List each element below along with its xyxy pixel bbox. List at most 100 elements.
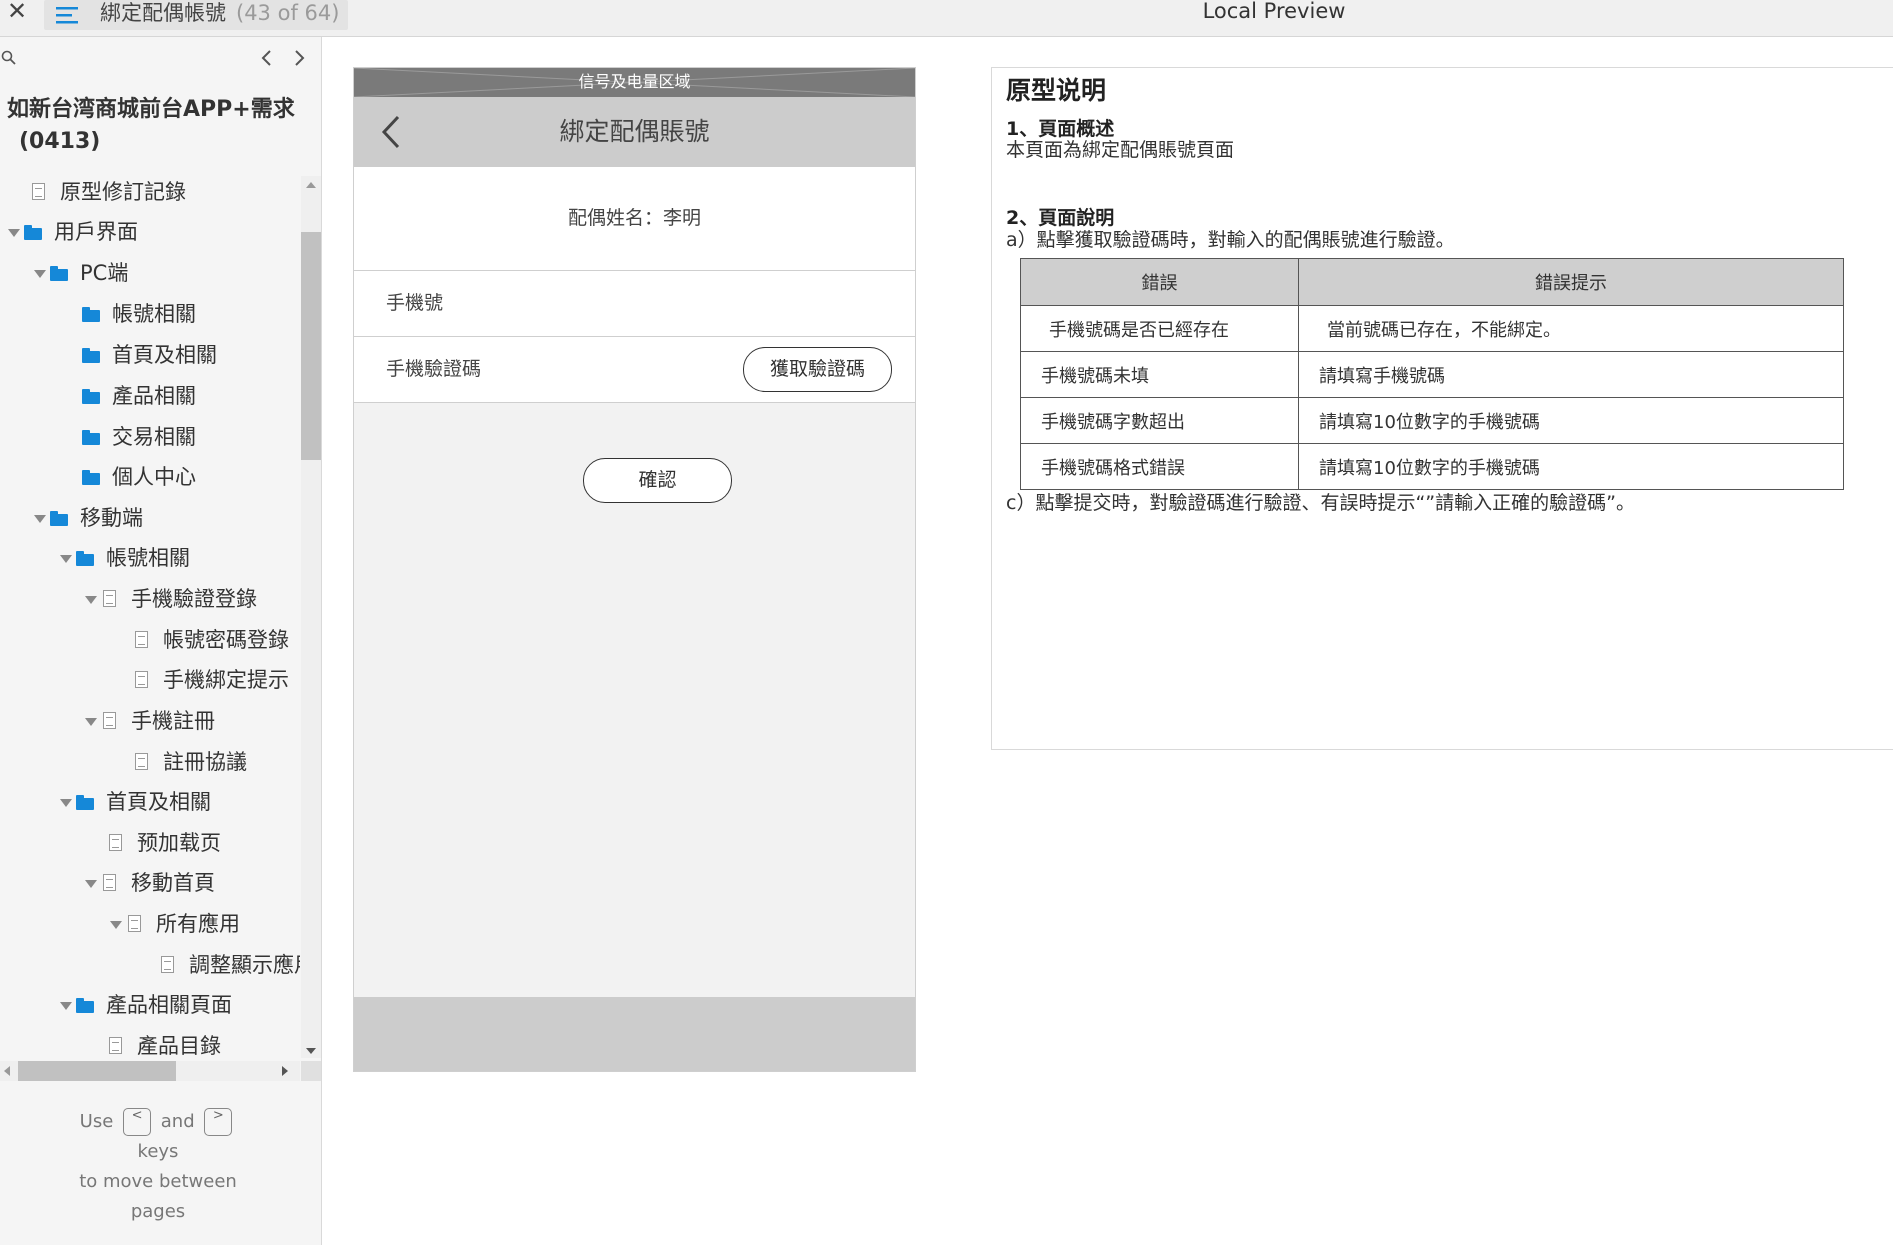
page-icon bbox=[124, 906, 146, 942]
mockup-page-title: 綁定配偶賬號 bbox=[559, 117, 710, 146]
tree-item[interactable]: 註冊協議 bbox=[131, 744, 247, 780]
scroll-left-icon[interactable] bbox=[4, 1066, 10, 1076]
hint-line4: pages bbox=[130, 1201, 186, 1222]
tree-item-label: 個人中心 bbox=[112, 465, 196, 489]
expand-caret-icon[interactable] bbox=[108, 906, 124, 942]
close-icon[interactable]: ✕ bbox=[4, 0, 30, 26]
tree-item[interactable]: 帳號相關 bbox=[80, 296, 196, 332]
phone-number-label: 手機號 bbox=[386, 292, 444, 314]
tree-item-label: 首頁及相關 bbox=[112, 343, 217, 367]
table-header: 錯誤 bbox=[1020, 258, 1299, 306]
verification-code-label: 手機驗證碼 bbox=[386, 358, 482, 380]
expand-caret-icon[interactable] bbox=[32, 500, 48, 536]
page-icon bbox=[105, 1028, 127, 1055]
project-title: 如新台湾商城前台APP+需求 (0413) bbox=[7, 94, 307, 158]
tree-item-label: 用戶界面 bbox=[54, 220, 138, 244]
tree-item[interactable]: 移動端 bbox=[32, 500, 143, 536]
error-table: 錯誤 錯誤提示 手機號碼是否已經存在 當前號碼已存在，不能綁定。 手機號碼未填 … bbox=[1020, 258, 1844, 490]
table-cell: 手機號碼字數超出 bbox=[1020, 397, 1299, 444]
scroll-right-icon[interactable] bbox=[282, 1066, 288, 1076]
page-icon bbox=[99, 581, 121, 617]
expand-caret-icon[interactable] bbox=[58, 784, 74, 820]
tree-item[interactable]: 個人中心 bbox=[80, 459, 196, 495]
horizontal-scroll-thumb[interactable] bbox=[18, 1061, 176, 1081]
phone-number-field[interactable]: 手機號 bbox=[354, 271, 915, 337]
table-row: 手機號碼未填 請填寫手機號碼 bbox=[1020, 351, 1844, 398]
tree-item-label: 帳號密碼登錄 bbox=[163, 628, 289, 652]
search-icon[interactable] bbox=[1, 50, 17, 66]
tree-item[interactable]: 交易相關 bbox=[80, 419, 196, 455]
tree-item-label: 交易相關 bbox=[112, 425, 196, 449]
tree-item[interactable]: 手機驗證登錄 bbox=[83, 581, 257, 617]
tree-item-label: 手機註冊 bbox=[131, 709, 215, 733]
page-icon bbox=[105, 825, 127, 861]
tree-item[interactable]: 首頁及相關 bbox=[58, 784, 211, 820]
tree-item-label: 註冊協議 bbox=[163, 750, 247, 774]
tree-item-label: 產品目錄 bbox=[137, 1034, 221, 1055]
expand-caret-icon[interactable] bbox=[32, 255, 48, 291]
previous-page-icon[interactable] bbox=[259, 48, 275, 68]
tree-item-label: 帳號相關 bbox=[112, 302, 196, 326]
tree-item[interactable]: 用戶界面 bbox=[6, 214, 138, 250]
tree-item[interactable]: 移動首頁 bbox=[83, 865, 215, 901]
scrollbar-corner bbox=[301, 1061, 321, 1081]
tree-item[interactable]: 首頁及相關 bbox=[80, 337, 217, 373]
table-cell: 當前號碼已存在，不能綁定。 bbox=[1298, 305, 1844, 352]
verification-code-field[interactable]: 手機驗證碼 獲取驗證碼 bbox=[354, 337, 915, 403]
next-page-icon[interactable] bbox=[291, 48, 307, 68]
expand-caret-icon[interactable] bbox=[83, 581, 99, 617]
tree-item[interactable]: 手機註冊 bbox=[83, 703, 215, 739]
expand-caret-icon[interactable] bbox=[58, 987, 74, 1023]
vertical-scroll-thumb[interactable] bbox=[301, 232, 321, 460]
tree-item[interactable]: 產品目錄 bbox=[105, 1028, 221, 1055]
expand-caret-icon[interactable] bbox=[6, 214, 22, 250]
scroll-down-icon[interactable] bbox=[306, 1048, 316, 1054]
expand-caret-icon[interactable] bbox=[83, 703, 99, 739]
tree-item-label: 帳號相關 bbox=[106, 546, 190, 570]
tree-item-label: 所有應用 bbox=[156, 912, 240, 936]
tree-item-label: 预加载页 bbox=[137, 831, 221, 855]
scroll-up-icon[interactable] bbox=[306, 182, 316, 188]
sitemap-tree: 原型修訂記錄 用戶界面 PC端 帳號相關 首頁及相關 產品相關 交易相關 個人中… bbox=[0, 173, 300, 1055]
tree-item[interactable]: 所有應用 bbox=[108, 906, 240, 942]
horizontal-scrollbar[interactable] bbox=[0, 1061, 300, 1081]
tree-item-label: 手機綁定提示 bbox=[163, 668, 289, 692]
next-key-icon: > bbox=[204, 1108, 233, 1136]
tree-item[interactable]: 產品相關頁面 bbox=[58, 987, 232, 1023]
tree-item[interactable]: 調整顯示應用 bbox=[157, 947, 300, 983]
mockup-nav-bar: 綁定配偶賬號 bbox=[354, 97, 915, 167]
project-title-line1: 如新台湾商城前台APP+需求 bbox=[7, 97, 295, 122]
menu-icon[interactable] bbox=[56, 5, 80, 25]
tree-item-label: 移動端 bbox=[80, 506, 143, 530]
status-bar-label: 信号及电量区域 bbox=[578, 72, 691, 91]
folder-icon bbox=[80, 296, 102, 332]
hint-and: and bbox=[160, 1111, 195, 1132]
tree-item[interactable]: 手機綁定提示 bbox=[131, 662, 289, 698]
spouse-name-text: 配偶姓名：李明 bbox=[567, 207, 701, 229]
get-code-button[interactable]: 獲取驗證碼 bbox=[743, 347, 892, 392]
preview-title: Local Preview bbox=[1202, 0, 1346, 23]
table-row: 手機號碼格式錯誤 請填寫10位數字的手機號碼 bbox=[1020, 443, 1844, 490]
tree-item[interactable]: 预加载页 bbox=[105, 825, 221, 861]
tree-item[interactable]: 產品相關 bbox=[80, 378, 196, 414]
expand-caret-icon[interactable] bbox=[83, 865, 99, 901]
tree-item-label: 產品相關 bbox=[112, 384, 196, 408]
tree-item[interactable]: 原型修訂記錄 bbox=[28, 174, 186, 210]
folder-icon bbox=[80, 337, 102, 373]
expand-caret-icon[interactable] bbox=[58, 540, 74, 576]
tree-item[interactable]: 帳號相關 bbox=[58, 540, 190, 576]
prototype-notes-panel: 原型说明 1、頁面概述 本頁面為綁定配偶賬號頁面 2、頁面說明 a）點擊獲取驗證… bbox=[991, 67, 1893, 750]
page-selector[interactable]: 綁定配偶帳號 (43 of 64) bbox=[44, 0, 348, 30]
tree-item-label: PC端 bbox=[80, 261, 129, 285]
spouse-name-panel: 配偶姓名：李明 bbox=[354, 167, 915, 271]
vertical-scrollbar[interactable] bbox=[301, 176, 321, 1058]
tree-item[interactable]: PC端 bbox=[32, 255, 128, 291]
hint-line3: to move between bbox=[79, 1171, 237, 1192]
page-icon bbox=[28, 174, 50, 210]
tree-item-label: 手機驗證登錄 bbox=[131, 587, 257, 611]
confirm-button[interactable]: 確認 bbox=[583, 458, 732, 503]
tree-item-label: 移動首頁 bbox=[131, 871, 215, 895]
tree-item[interactable]: 帳號密碼登錄 bbox=[131, 622, 289, 658]
table-row: 手機號碼字數超出 請填寫10位數字的手機號碼 bbox=[1020, 397, 1844, 444]
folder-icon bbox=[48, 500, 70, 536]
